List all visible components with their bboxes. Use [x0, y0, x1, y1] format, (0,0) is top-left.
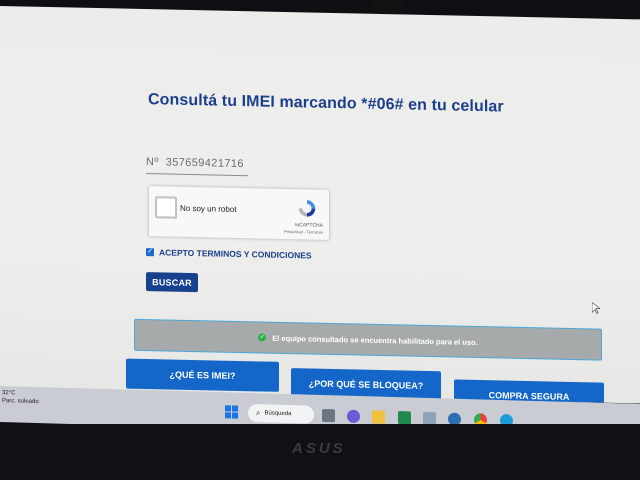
imei-input[interactable]	[146, 151, 248, 177]
recaptcha-logo-icon	[298, 200, 316, 217]
search-button[interactable]: BUSCAR	[146, 272, 198, 293]
mouse-cursor-icon	[592, 302, 600, 315]
recaptcha-links[interactable]: Privacidad - Términos	[284, 229, 323, 235]
what-is-imei-button[interactable]: ¿QUÉ ES IMEI?	[126, 358, 279, 392]
task-view-icon[interactable]	[322, 408, 335, 423]
taskbar-search-label: Búsqueda	[264, 410, 292, 418]
terms-label: ACEPTO TERMINOS Y CONDICIONES	[159, 247, 312, 261]
chat-icon[interactable]	[347, 409, 360, 424]
page-title: Consultá tu IMEI marcando *#06# en tu ce…	[148, 91, 504, 116]
recaptcha-brand: reCAPTCHA	[294, 222, 323, 229]
weather-description[interactable]: Parc. soleado	[2, 398, 39, 405]
terms-checkbox[interactable]: ✓	[146, 248, 154, 257]
excel-icon[interactable]	[398, 411, 411, 425]
recaptcha-checkbox[interactable]	[155, 196, 177, 219]
weather-temperature[interactable]: 32°C	[2, 390, 15, 396]
file-explorer-icon[interactable]	[372, 410, 385, 424]
monitor-brand-logo: ASUS	[292, 440, 346, 457]
search-icon: ⌕	[256, 408, 261, 418]
recaptcha-label: No soy un robot	[180, 203, 237, 214]
terms-row[interactable]: ✓ ACEPTO TERMINOS Y CONDICIONES	[146, 247, 312, 261]
taskbar-search[interactable]: ⌕ Búsqueda	[248, 403, 314, 424]
recaptcha-widget: No soy un robot reCAPTCHA Privacidad - T…	[148, 185, 330, 241]
check-circle-icon: ✓	[258, 333, 267, 342]
status-message: El equipo consultado se encuentra habili…	[272, 333, 478, 347]
windows-start-icon[interactable]	[225, 405, 239, 419]
browser-screen: Consultá tu IMEI marcando *#06# en tu ce…	[0, 6, 640, 404]
status-banner: ✓ El equipo consultado se encuentra habi…	[134, 318, 602, 361]
webcam-notch	[370, 0, 404, 14]
